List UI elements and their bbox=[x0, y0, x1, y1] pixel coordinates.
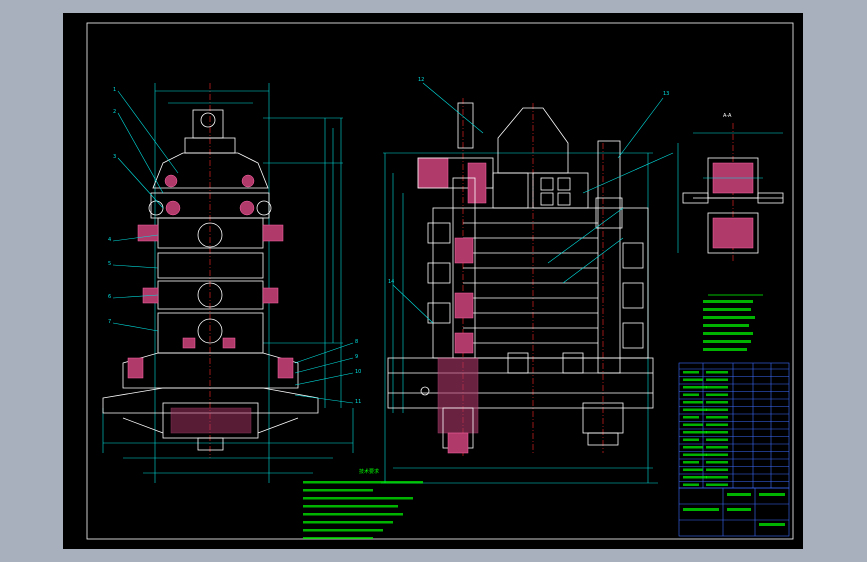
callout-10: 10 bbox=[355, 369, 361, 375]
table-row-text bbox=[683, 476, 707, 479]
table-row-text bbox=[683, 431, 707, 434]
table-row-text bbox=[706, 483, 728, 486]
table-row-text bbox=[706, 408, 728, 411]
table-row-text bbox=[683, 453, 707, 456]
table-row-text bbox=[706, 438, 728, 441]
middle-section-view: 12 13 14 bbox=[381, 77, 674, 484]
table-row-text bbox=[706, 371, 728, 374]
callout-6: 6 bbox=[108, 294, 111, 300]
table-row-text bbox=[706, 468, 728, 471]
title-block bbox=[678, 487, 790, 537]
table-row-text bbox=[683, 416, 699, 419]
callout-9: 9 bbox=[355, 354, 358, 360]
spec-list bbox=[703, 294, 763, 351]
table-row-text bbox=[683, 393, 699, 396]
table-row-text bbox=[683, 483, 699, 486]
table-row-text bbox=[683, 438, 699, 441]
callout-2: 2 bbox=[113, 109, 116, 115]
callout-11: 11 bbox=[355, 399, 361, 405]
callout-4: 4 bbox=[108, 237, 111, 243]
table-row-text bbox=[706, 401, 728, 404]
table-row-text bbox=[706, 378, 728, 381]
callout-12: 12 bbox=[418, 77, 424, 83]
callout-8: 8 bbox=[355, 339, 358, 345]
table-row-text bbox=[706, 453, 728, 456]
table-row-text bbox=[706, 431, 728, 434]
left-elevation-view: 1 2 3 4 5 6 7 8 9 10 11 bbox=[102, 83, 361, 483]
table-row-text bbox=[683, 423, 703, 426]
table-row-text bbox=[706, 416, 728, 419]
table-row-text bbox=[706, 476, 728, 479]
table-row-text bbox=[706, 393, 728, 396]
callout-1: 1 bbox=[113, 87, 116, 93]
cad-drawing: 1 2 3 4 5 6 7 8 9 10 11 12 13 14 A-A 技术要… bbox=[86, 22, 794, 540]
callout-7: 7 bbox=[108, 319, 111, 325]
notes-title: 技术要求 bbox=[359, 468, 379, 475]
parts-table bbox=[678, 362, 790, 489]
table-row-text bbox=[683, 371, 699, 374]
callout-13: 13 bbox=[663, 91, 669, 97]
drawing-sheet: 1 2 3 4 5 6 7 8 9 10 11 12 13 14 A-A 技术要… bbox=[63, 13, 803, 549]
table-row-text bbox=[706, 461, 728, 464]
table-row-text bbox=[706, 386, 728, 389]
table-row-text bbox=[683, 401, 703, 404]
table-row-text bbox=[683, 408, 707, 411]
table-row-text bbox=[683, 461, 699, 464]
section-label: A-A bbox=[723, 113, 732, 119]
table-row-text bbox=[683, 386, 707, 389]
tech-requirements: 技术要求 bbox=[303, 468, 423, 539]
detail-roll-view: A-A bbox=[677, 113, 784, 263]
callout-5: 5 bbox=[108, 261, 111, 267]
table-row-text bbox=[683, 378, 703, 381]
callout-14: 14 bbox=[388, 279, 394, 285]
callout-3: 3 bbox=[113, 154, 116, 160]
table-row-text bbox=[683, 446, 703, 449]
table-row-text bbox=[706, 446, 728, 449]
table-row-text bbox=[683, 468, 703, 471]
table-row-text bbox=[706, 423, 728, 426]
